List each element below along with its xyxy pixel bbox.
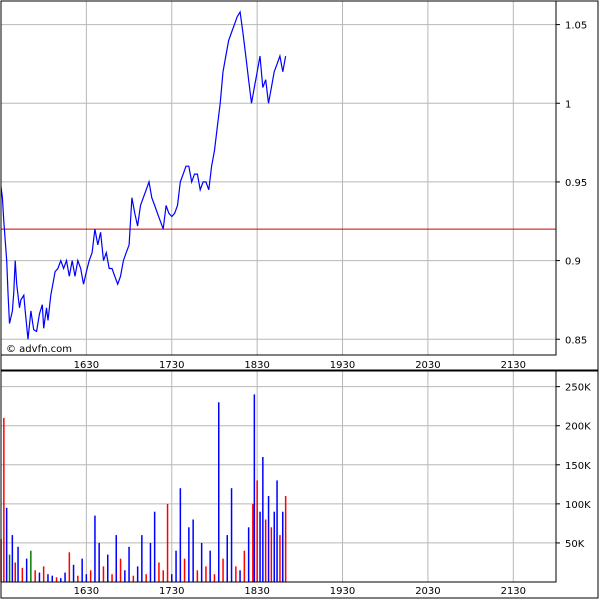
volume-xtick-label-2030: 2030: [415, 586, 440, 597]
volume-bar-70: [276, 480, 278, 582]
volume-bar-10: [34, 570, 36, 582]
volume-bar-43: [175, 550, 177, 582]
volume-bar-22: [85, 574, 88, 582]
price-xtick-label-2130: 2130: [501, 360, 526, 371]
volume-bar-58: [239, 570, 241, 582]
price-xtick-label-1830: 1830: [244, 360, 269, 371]
price-xtick-label-2030: 2030: [415, 360, 440, 371]
volume-ytick-label-0: 50K: [565, 539, 585, 550]
chart-background: [0, 0, 600, 600]
volume-bar-60: [247, 527, 250, 582]
volume-bar-64: [259, 511, 261, 582]
volume-bar-73: [284, 496, 287, 582]
volume-bar-52: [213, 574, 216, 582]
volume-bar-26: [102, 566, 105, 582]
volume-bar-54: [222, 558, 224, 582]
volume-bar-5: [14, 562, 16, 582]
volume-bar-23: [89, 570, 92, 582]
volume-xtick-label-1630: 1630: [74, 586, 99, 597]
volume-bar-24: [94, 515, 96, 582]
volume-bar-39: [158, 562, 160, 582]
chart-stage: 1630 1730 1830 1930 2030 2130 0.85 0.9 0.95 1 1.05…: [0, 0, 600, 600]
volume-bar-38: [153, 511, 156, 582]
volume-bar-28: [111, 574, 113, 582]
volume-bar-31: [124, 570, 126, 582]
volume-bar-13: [47, 574, 49, 582]
volume-ytick-label-2: 150K: [565, 461, 591, 472]
volume-bar-50: [205, 566, 207, 582]
volume-bar-62: [253, 394, 256, 582]
volume-bar-16: [60, 578, 62, 582]
volume-bar-2: [5, 507, 8, 582]
volume-bar-9: [30, 550, 32, 582]
price-xtick-label-1630: 1630: [74, 360, 99, 371]
price-ytick-label-2: 0.95: [565, 178, 587, 189]
volume-bar-63: [256, 480, 258, 582]
volume-bar-41: [166, 503, 169, 582]
volume-xtick-label-1830: 1830: [244, 586, 269, 597]
volume-bar-66: [264, 519, 267, 582]
volume-xtick-label-2130: 2130: [501, 586, 526, 597]
volume-bar-42: [171, 574, 173, 582]
volume-bar-55: [226, 535, 228, 582]
volume-bar-30: [119, 558, 122, 582]
volume-bar-8: [25, 558, 28, 582]
volume-bar-21: [81, 558, 83, 582]
volume-bar-65: [262, 457, 264, 582]
volume-ytick-label-1: 100K: [565, 500, 591, 511]
price-ytick-label-3: 1: [565, 99, 571, 110]
volume-bar-18: [68, 552, 71, 582]
volume-bar-3: [8, 554, 11, 582]
volume-bar-51: [209, 550, 211, 582]
volume-bar-40: [162, 570, 164, 582]
volume-bar-56: [230, 488, 233, 582]
price-xtick-label-1730: 1730: [159, 360, 184, 371]
volume-xtick-label-1730: 1730: [159, 586, 184, 597]
volume-bar-44: [179, 488, 182, 582]
volume-bar-69: [273, 511, 275, 582]
volume-bar-45: [183, 558, 186, 582]
volume-bar-59: [243, 550, 246, 582]
volume-bar-14: [51, 575, 53, 582]
volume-bar-6: [17, 546, 19, 582]
volume-ytick-label-4: 250K: [565, 383, 591, 394]
volume-bar-71: [279, 535, 281, 582]
price-ytick-label-1: 0.9: [565, 257, 581, 268]
volume-bar-49: [200, 542, 203, 582]
volume-bar-27: [107, 554, 109, 582]
volume-bar-20: [77, 575, 79, 582]
volume-bar-37: [149, 542, 152, 582]
watermark-text: © advfn.com: [6, 344, 72, 355]
volume-bar-46: [188, 527, 190, 582]
price-xtick-label-1930: 1930: [330, 360, 355, 371]
volume-bar-61: [252, 503, 254, 582]
volume-bar-36: [145, 574, 147, 582]
volume-bar-7: [21, 567, 24, 582]
volume-bar-32: [128, 546, 130, 582]
volume-bar-15: [55, 577, 58, 582]
advfn-price-volume-chart: 1630 1730 1830 1930 2030 2130 0.85 0.9 0.95 1 1.05…: [0, 0, 600, 600]
volume-bar-68: [270, 527, 273, 582]
volume-bar-19: [72, 564, 75, 582]
volume-bar-34: [136, 566, 139, 582]
volume-bar-11: [38, 572, 41, 582]
volume-bar-1: [3, 417, 5, 582]
volume-bar-4: [11, 535, 14, 582]
volume-ytick-label-3: 200K: [565, 422, 591, 433]
volume-bar-53: [218, 402, 220, 582]
volume-bar-67: [267, 496, 270, 582]
volume-bar-47: [192, 519, 194, 582]
volume-bar-25: [98, 542, 100, 582]
volume-xtick-label-1930: 1930: [330, 586, 355, 597]
volume-bar-12: [42, 566, 45, 582]
volume-bar-35: [141, 535, 143, 582]
volume-bar-48: [196, 570, 199, 582]
volume-bar-57: [235, 566, 237, 582]
volume-bar-33: [132, 575, 135, 582]
volume-bar-29: [115, 535, 117, 582]
volume-bar-72: [282, 511, 284, 582]
price-ytick-label-4: 1.05: [565, 21, 587, 32]
price-ytick-label-0: 0.85: [565, 335, 587, 346]
volume-bar-17: [64, 572, 66, 582]
